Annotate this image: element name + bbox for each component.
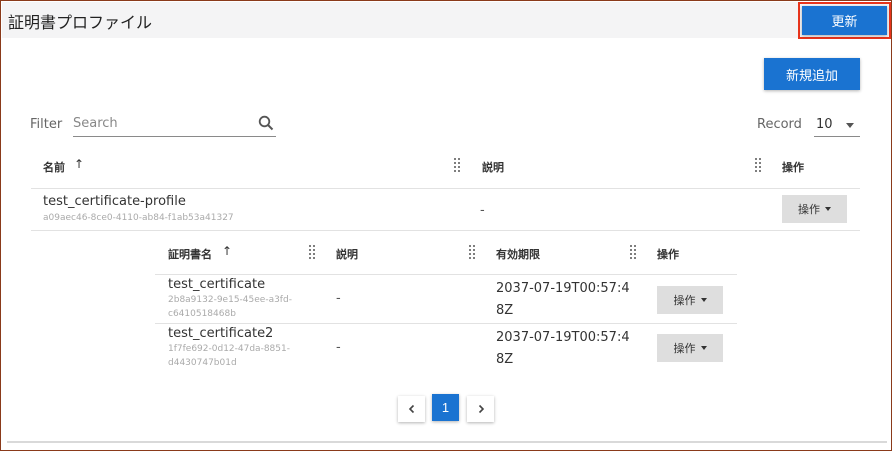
chevron-right-icon xyxy=(478,404,484,414)
caret-down-icon xyxy=(700,346,707,350)
record-count-value: 10 xyxy=(816,117,833,132)
table-divider xyxy=(155,323,737,324)
certificate-expiry: 2037-07-19T00:57:48Z xyxy=(496,281,630,318)
page-header: 証明書プロファイル xyxy=(2,2,890,38)
search-icon[interactable] xyxy=(258,115,274,135)
column-resize-handle[interactable] xyxy=(469,245,475,259)
caret-down-icon xyxy=(846,123,854,128)
sort-ascending-icon[interactable]: ↑ xyxy=(222,244,232,258)
certificate-id-line2: c6410518468b xyxy=(168,309,236,319)
action-label: 操作 xyxy=(673,294,696,307)
table-divider xyxy=(31,230,860,231)
profile-id: a09aec46-8ce0-4110-ab84-f1ab53a41327 xyxy=(43,213,234,223)
refresh-button[interactable]: 更新 xyxy=(802,6,887,35)
caret-down-icon xyxy=(825,207,831,211)
column-header-description[interactable]: 説明 xyxy=(336,246,358,262)
table-divider xyxy=(31,188,860,189)
action-label: 操作 xyxy=(673,342,696,355)
certificate-id-line1: 2b8a9132-9e15-45ee-a3fd- xyxy=(168,295,292,305)
caret-down-icon xyxy=(700,298,707,302)
column-header-name[interactable]: 名前 xyxy=(43,159,65,175)
profile-action-button[interactable]: 操作 xyxy=(782,195,847,223)
add-new-button[interactable]: 新規追加 xyxy=(764,58,860,90)
column-header-certificate-name[interactable]: 証明書名 xyxy=(168,246,212,262)
table-divider xyxy=(155,274,737,275)
chevron-left-icon xyxy=(408,404,414,414)
filter-label: Filter xyxy=(30,117,63,132)
search-field xyxy=(73,111,276,137)
column-header-actions: 操作 xyxy=(657,248,679,261)
record-count-select[interactable]: 10 xyxy=(814,111,860,137)
certificate-description: - xyxy=(336,291,341,306)
panel-bottom-border xyxy=(7,441,887,443)
column-header-expiry[interactable]: 有効期限 xyxy=(496,246,540,262)
page-title: 証明書プロファイル xyxy=(8,13,153,32)
certificate-action-button[interactable]: 操作 xyxy=(657,286,723,314)
column-header-description[interactable]: 説明 xyxy=(482,159,504,175)
certificate-name: test_certificate xyxy=(168,277,266,292)
column-resize-handle[interactable] xyxy=(454,158,460,172)
certificate-description: - xyxy=(336,340,341,355)
column-resize-handle[interactable] xyxy=(309,245,315,259)
certificate-id-line1: 1f7fe692-0d12-47da-8851- xyxy=(168,344,290,354)
column-header-actions: 操作 xyxy=(782,161,804,174)
profile-name: test_certificate-profile xyxy=(43,194,186,209)
search-input[interactable] xyxy=(73,111,253,131)
certificate-expiry: 2037-07-19T00:57:48Z xyxy=(496,330,630,367)
action-label: 操作 xyxy=(798,203,820,216)
refresh-button-highlight: 更新 xyxy=(798,2,891,39)
pagination-prev-button[interactable] xyxy=(398,396,425,422)
certificate-id-line2: d4430747b01d xyxy=(168,358,237,368)
pagination-next-button[interactable] xyxy=(467,396,494,422)
column-resize-handle[interactable] xyxy=(630,245,636,259)
certificate-name: test_certificate2 xyxy=(168,326,274,341)
profile-description: - xyxy=(480,203,485,218)
sort-ascending-icon[interactable]: ↑ xyxy=(74,157,84,171)
pagination-page-current[interactable]: 1 xyxy=(432,394,459,421)
certificate-action-button[interactable]: 操作 xyxy=(657,334,723,362)
app-frame: 証明書プロファイル 更新 新規追加 Filter Record 10 名前 ↑ … xyxy=(0,0,892,451)
column-resize-handle[interactable] xyxy=(755,158,761,172)
record-label: Record xyxy=(757,117,802,132)
